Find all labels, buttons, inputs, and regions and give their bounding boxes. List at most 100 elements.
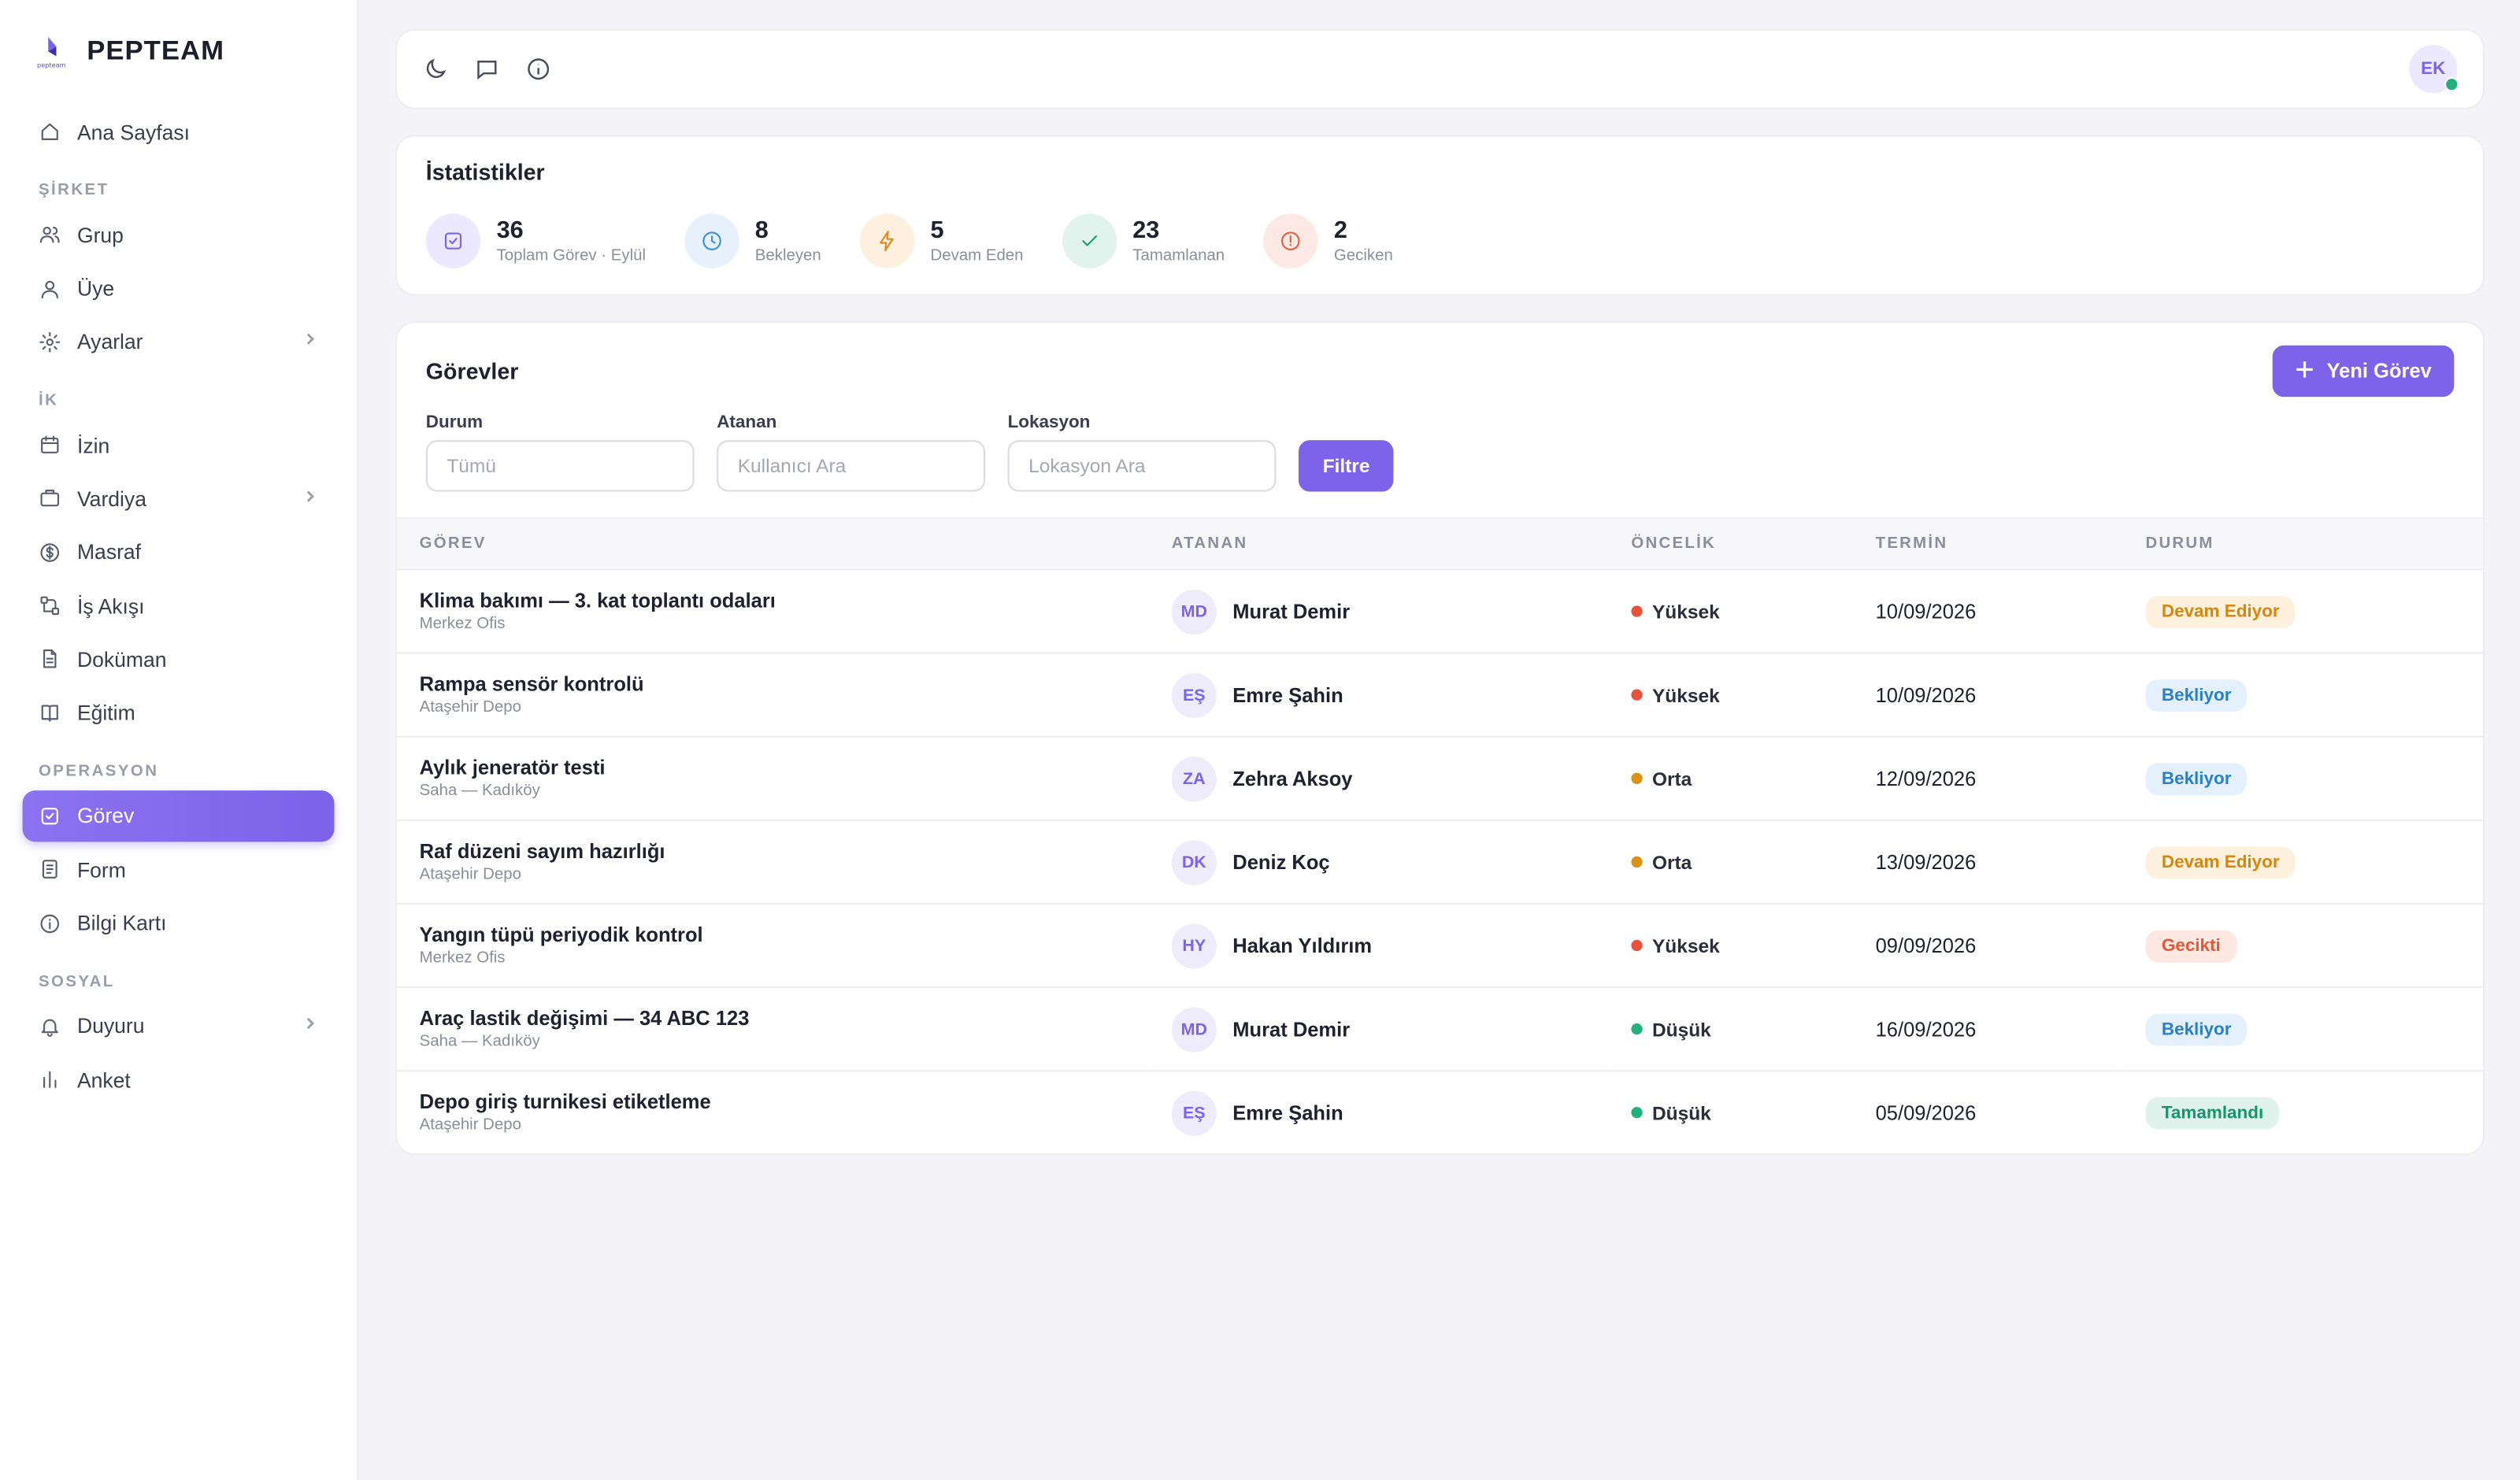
table-row[interactable]: Raf düzeni sayım hazırlığı Ataşehir Depo D… [397,820,2484,905]
status-filter: Durum [425,413,695,492]
task-cell: Depo giriş turnikesi etiketleme Ataşehir … [397,1071,1149,1153]
assignee-avatar: HY [1171,923,1217,968]
sidebar-item-izin[interactable]: İzin [23,420,335,471]
task-location: Saha — Kadıköy [419,1033,540,1051]
topbar: EK [395,28,2485,109]
due-cell: 13/09/2026 [1853,820,2123,905]
message-icon[interactable] [474,56,500,82]
assignee-name: Hakan Yıldırım [1232,934,1373,957]
stat-label: Geciken [1333,246,1393,265]
task-title[interactable]: Depo giriş turnikesi etiketleme [420,1091,1127,1114]
filter-button[interactable]: Filtre [1298,440,1395,492]
assignee-avatar: EŞ [1171,672,1217,718]
task-title[interactable]: Aylık jeneratör testi [420,757,1127,779]
table-row[interactable]: Rampa sensör kontrolü Ataşehir Depo EŞ Emre… [397,653,2484,738]
sidebar-item-grup[interactable]: Grup [23,209,335,261]
location-filter: Lokasyon [1007,413,1277,492]
status-filter-label: Durum [425,413,484,432]
stat-text: 8 Bekleyen [754,216,821,265]
tasks-table-head: GÖREV ATANAN ÖNCELİK TERMİN DURUM [397,517,2484,571]
stat-value: 8 [754,216,769,244]
sidebar-item-label: İzin [76,433,110,457]
stat-text: 5 Devam Eden [930,217,1024,265]
sidebar-item-masraf[interactable]: Masraf [23,527,335,578]
status-cell: Tamamlandı [2123,1071,2483,1153]
sidebar-item-is-akisi[interactable]: İş Akışı [23,580,335,631]
sidebar-item-ana-sayfasi[interactable]: Ana Sayfası [23,106,335,157]
assignee-cell: EŞ Emre Şahin [1149,653,1609,738]
home-icon [39,120,61,143]
col-status[interactable]: DURUM [2122,517,2484,571]
info-icon[interactable] [525,56,551,82]
task-location: Merkez Ofis [419,615,506,634]
stat-label: Devam Eden [930,246,1024,265]
col-task[interactable]: GÖREV [397,517,1150,571]
task-title[interactable]: Klima bakımı — 3. kat toplantı odaları [420,590,1127,612]
task-title[interactable]: Yangın tüpü periyodik kontrol [420,923,1127,946]
task-cell: Raf düzeni sayım hazırlığı Ataşehir Depo [397,820,1150,905]
task-cell: Klima bakımı — 3. kat toplantı odaları Me… [397,569,1150,654]
sidebar: pepteam PEPTEAM Ana Sayfası ŞİRKET Grup Üye… [0,0,359,1480]
location-filter-input[interactable] [1007,440,1277,492]
moon-icon[interactable] [423,56,449,82]
sidebar-item-dokuman[interactable]: Doküman [23,634,335,685]
priority-label: Orta [1651,850,1692,874]
assignee-name: Emre Şahin [1232,683,1343,706]
priority-label: Düşük [1651,1017,1711,1041]
assignee-filter: Atanan [717,413,986,492]
task-cell: Araç lastik değişimi — 34 ABC 123 Saha — … [397,987,1150,1072]
table-row[interactable]: Aylık jeneratör testi Saha — Kadıköy ZA Zeh… [397,736,2484,821]
status-badge: Bekliyor [2145,679,2248,712]
new-task-button[interactable]: Yeni Görev [2272,345,2455,398]
col-assignee[interactable]: ATANAN [1149,517,1609,571]
sidebar-item-label: Vardiya [76,487,146,511]
stat-tamamlanan: 23 Tamamlanan [1062,213,1225,268]
task-title[interactable]: Raf düzeni sayım hazırlığı [420,840,1127,863]
brand[interactable]: pepteam PEPTEAM [23,29,335,106]
priority-label: Yüksek [1651,600,1720,623]
sidebar-item-uye[interactable]: Üye [23,263,335,314]
task-location: Merkez Ofis [419,949,506,968]
task-title[interactable]: Araç lastik değişimi — 34 ABC 123 [420,1008,1127,1030]
priority-dot [1631,1107,1643,1119]
stat-geciken: 2 Geciken [1263,213,1393,268]
priority-cell: Yüksek [1608,653,1854,738]
sidebar-item-egitim[interactable]: Eğitim [23,687,335,738]
table-row[interactable]: Klima bakımı — 3. kat toplantı odaları Me… [397,569,2484,654]
chevron-right-icon [302,1016,318,1038]
sidebar-item-label: Eğitim [76,701,135,725]
task-cell: Yangın tüpü periyodik kontrol Merkez Ofis [397,903,1150,989]
assignee-filter-input[interactable] [717,440,986,492]
sidebar-item-ayarlar[interactable]: Ayarlar [23,316,335,368]
status-filter-input[interactable] [425,440,695,492]
assignee-cell: HY Hakan Yıldırım [1149,903,1609,989]
col-due[interactable]: TERMİN [1853,517,2123,571]
sidebar-item-anket[interactable]: Anket [23,1054,335,1105]
sidebar-item-form[interactable]: Form [23,844,335,895]
priority-dot [1631,605,1643,617]
table-row[interactable]: Araç lastik değişimi — 34 ABC 123 Saha — … [397,987,2484,1072]
sidebar-item-duyuru[interactable]: Duyuru [23,1001,335,1052]
priority-dot [1631,856,1643,868]
workflow-icon [39,594,61,617]
stat-value: 23 [1132,216,1160,244]
priority-label: Düşük [1651,1101,1711,1125]
sidebar-item-gorev[interactable]: Görev [22,790,335,842]
sidebar-item-vardiya[interactable]: Vardiya [23,473,335,524]
sidebar-section-sosyal: SOSYAL [38,973,115,991]
task-title[interactable]: Rampa sensör kontrolü [420,673,1127,696]
tasks-title: Görevler [425,358,519,384]
new-task-label: Yeni Görev [2326,360,2432,383]
tasks-table-body: Klima bakımı — 3. kat toplantı odaları Me… [397,569,2484,1153]
priority-dot [1631,689,1643,701]
user-menu[interactable]: EK [2409,45,2459,94]
sidebar-item-bilgi-karti[interactable]: Bilgi Kartı [23,897,335,949]
assignee-avatar: ZA [1171,756,1217,801]
assignee-name: Emre Şahin [1232,1101,1343,1125]
brand-logo: pepteam [32,32,71,71]
app-shell: pepteam PEPTEAM Ana Sayfası ŞİRKET Grup Üye… [0,0,2520,1480]
col-priority[interactable]: ÖNCELİK [1608,517,1854,571]
table-row[interactable]: Yangın tüpü periyodik kontrol Merkez Ofis… [397,903,2484,989]
sidebar-item-label: Ayarlar [76,330,143,354]
table-row[interactable]: Depo giriş turnikesi etiketleme Ataşehir … [397,1071,2483,1153]
